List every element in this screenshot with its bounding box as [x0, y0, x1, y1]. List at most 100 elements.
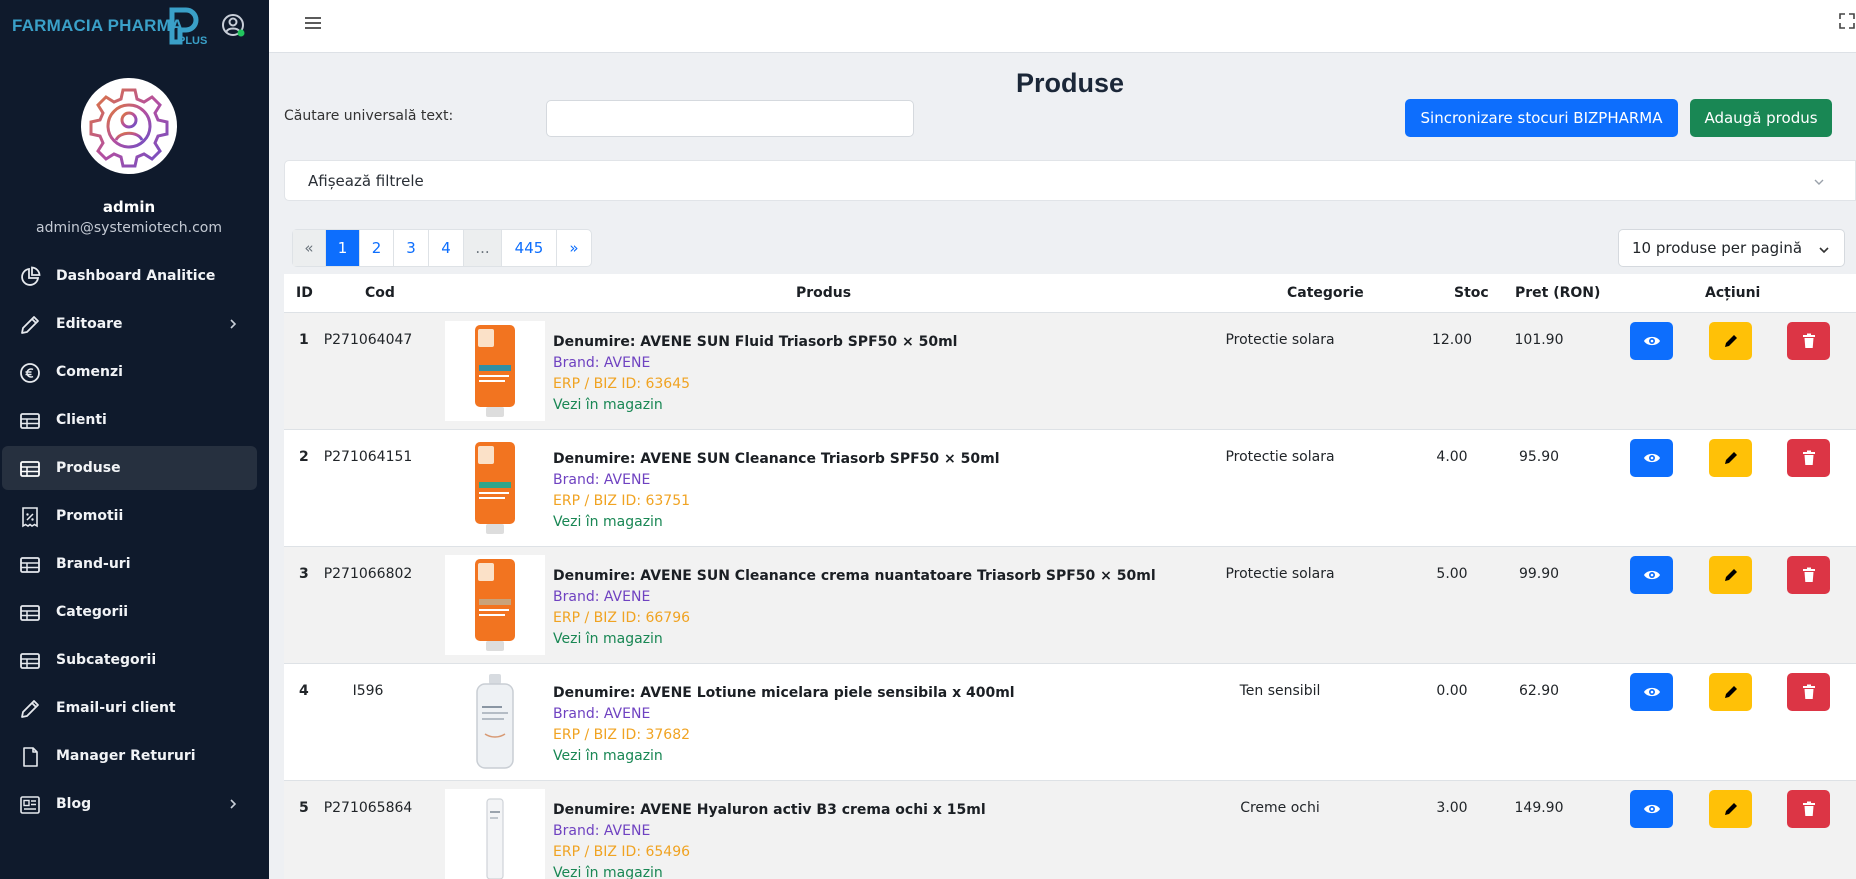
- sidebar-item-label: Produse: [56, 460, 121, 476]
- table-row: 1 P271064047 Denumire: AVENE SUN Fluid T…: [284, 313, 1856, 430]
- edit-button[interactable]: [1709, 790, 1752, 828]
- pagination-page-3[interactable]: 3: [394, 230, 429, 266]
- sunscreen-tube-image: [475, 559, 515, 651]
- col-header-price[interactable]: Pret (RON): [1515, 285, 1600, 301]
- table-row: 4 I596 Denumire: AVENE Lotiune micelara …: [284, 664, 1856, 781]
- brand-name[interactable]: FARMACIA PHARMA: [12, 16, 183, 36]
- sidebar-item-label: Manager Retururi: [56, 748, 196, 764]
- edit-button[interactable]: [1709, 556, 1752, 594]
- filters-accordion[interactable]: Afișează filtrele: [284, 160, 1856, 201]
- sidebar-item-promotii[interactable]: Promotii: [2, 494, 257, 538]
- pie-chart-icon: [21, 266, 41, 286]
- col-header-product[interactable]: Produs: [796, 285, 851, 301]
- row-category: Ten sensibil: [1239, 683, 1321, 699]
- edit-button[interactable]: [1709, 439, 1752, 477]
- view-in-store-link[interactable]: Vezi în magazin: [553, 629, 1156, 650]
- col-header-category[interactable]: Categorie: [1287, 285, 1364, 301]
- pagination-page-last[interactable]: 445: [502, 230, 557, 266]
- col-header-id[interactable]: ID: [296, 285, 313, 301]
- sidebar-item-clienti[interactable]: Clienti: [2, 398, 257, 442]
- view-button[interactable]: [1630, 673, 1673, 711]
- sunscreen-tube-image: [475, 325, 515, 417]
- sidebar-nav: Dashboard Analitice Editoare Comenzi Cli…: [0, 254, 269, 830]
- row-price: 95.90: [1518, 449, 1560, 465]
- row-price: 62.90: [1518, 683, 1560, 699]
- hamburger-menu-icon[interactable]: [301, 11, 325, 35]
- edit-button[interactable]: [1709, 673, 1752, 711]
- pagination-next[interactable]: »: [557, 230, 591, 266]
- edit-button[interactable]: [1709, 322, 1752, 360]
- fullscreen-icon[interactable]: [1838, 12, 1856, 30]
- view-button[interactable]: [1630, 322, 1673, 360]
- sidebar-item-comenzi[interactable]: Comenzi: [2, 350, 257, 394]
- product-image[interactable]: [445, 672, 545, 772]
- row-stock: 0.00: [1436, 683, 1468, 699]
- product-image[interactable]: [445, 789, 545, 879]
- delete-button[interactable]: [1787, 673, 1830, 711]
- product-image[interactable]: [445, 438, 545, 538]
- product-image[interactable]: [445, 321, 545, 421]
- view-in-store-link[interactable]: Vezi în magazin: [553, 512, 1000, 533]
- sidebar-item-blog[interactable]: Blog: [2, 782, 257, 826]
- avatar[interactable]: [81, 78, 177, 174]
- product-brand: Brand: AVENE: [553, 355, 651, 371]
- view-button[interactable]: [1630, 556, 1673, 594]
- product-erp-id: ERP / BIZ ID: 37682: [553, 727, 691, 743]
- pagination-page-4[interactable]: 4: [429, 230, 464, 266]
- eye-icon: [1643, 453, 1660, 463]
- delete-button[interactable]: [1787, 790, 1830, 828]
- sidebar-item-subcategorii[interactable]: Subcategorii: [2, 638, 257, 682]
- trash-icon: [1802, 684, 1815, 699]
- product-brand: Brand: AVENE: [553, 823, 651, 839]
- table-icon: [20, 605, 40, 621]
- sync-stock-button[interactable]: Sincronizare stocuri BIZPHARMA: [1405, 99, 1678, 137]
- row-price: 99.90: [1518, 566, 1560, 582]
- pagination-page-2[interactable]: 2: [360, 230, 394, 266]
- product-info: Denumire: AVENE SUN Fluid Triasorb SPF50…: [553, 332, 957, 416]
- brand-logo-icon[interactable]: PLUS: [168, 6, 216, 46]
- view-in-store-link[interactable]: Vezi în magazin: [553, 863, 986, 879]
- view-in-store-link[interactable]: Vezi în magazin: [553, 395, 957, 416]
- euro-circle-icon: [20, 363, 40, 383]
- table-row: 2 P271064151 Denumire: AVENE SUN Cleanan…: [284, 430, 1856, 547]
- pencil-icon: [1724, 686, 1737, 698]
- pencil-icon: [21, 316, 39, 334]
- pagination-page-1[interactable]: 1: [326, 230, 360, 266]
- user-email: admin@systemiotech.com: [36, 220, 222, 236]
- row-category: Protectie solara: [1225, 332, 1335, 348]
- col-header-code[interactable]: Cod: [365, 285, 395, 301]
- delete-button[interactable]: [1787, 556, 1830, 594]
- product-info: Denumire: AVENE SUN Cleanance Triasorb S…: [553, 449, 1000, 533]
- per-page-select[interactable]: 10 produse per pagină: [1618, 229, 1845, 267]
- user-settings-icon[interactable]: [220, 12, 246, 38]
- delete-button[interactable]: [1787, 439, 1830, 477]
- logo-letters: PLUS: [178, 35, 207, 46]
- sidebar-item-manager-retururi[interactable]: Manager Retururi: [2, 734, 257, 778]
- add-product-button[interactable]: Adaugă produs: [1690, 99, 1832, 137]
- view-in-store-link[interactable]: Vezi în magazin: [553, 746, 1015, 767]
- sidebar-item-produse[interactable]: Produse: [2, 446, 257, 490]
- sidebar-item-editoare[interactable]: Editoare: [2, 302, 257, 346]
- view-button[interactable]: [1630, 439, 1673, 477]
- product-brand: Brand: AVENE: [553, 472, 651, 488]
- row-code: P271065864: [323, 800, 413, 816]
- row-category: Creme ochi: [1240, 800, 1320, 816]
- table-icon: [20, 653, 40, 669]
- product-image[interactable]: [445, 555, 545, 655]
- sidebar-item-categorii[interactable]: Categorii: [2, 590, 257, 634]
- sidebar-item-label: Editoare: [56, 316, 123, 332]
- pagination-prev[interactable]: «: [293, 230, 326, 266]
- sidebar-item-branduri[interactable]: Brand-uri: [2, 542, 257, 586]
- chevron-right-icon: [230, 319, 237, 329]
- delete-button[interactable]: [1787, 322, 1830, 360]
- row-category: Protectie solara: [1225, 449, 1335, 465]
- view-button[interactable]: [1630, 790, 1673, 828]
- eye-icon: [1643, 804, 1660, 814]
- search-input[interactable]: [546, 100, 914, 137]
- col-header-stock[interactable]: Stoc: [1454, 285, 1489, 301]
- sunscreen-tube-image: [475, 442, 515, 534]
- trash-icon: [1802, 567, 1815, 582]
- sidebar-item-emailuri-client[interactable]: Email-uri client: [2, 686, 257, 730]
- sidebar-item-dashboard[interactable]: Dashboard Analitice: [2, 254, 257, 298]
- sidebar-item-label: Email-uri client: [56, 700, 176, 716]
